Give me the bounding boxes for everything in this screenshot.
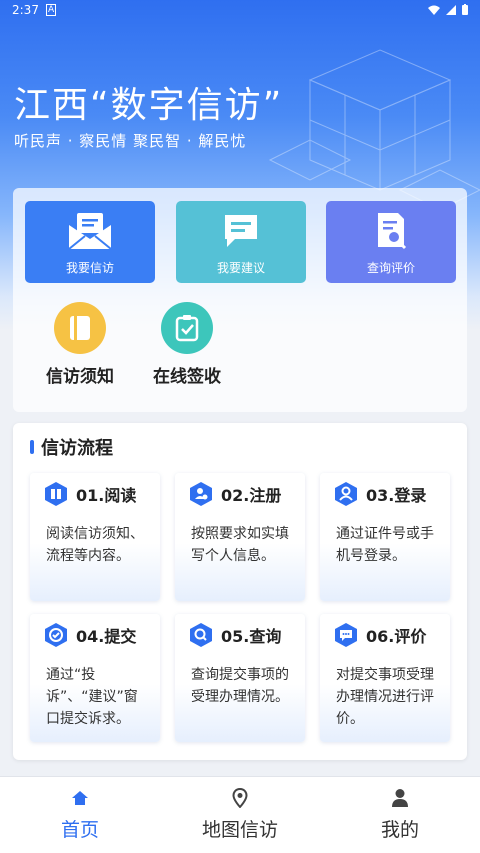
signal-icon: [446, 4, 456, 15]
notice-icon-circle: [54, 302, 106, 354]
section-marker: [30, 440, 34, 454]
map-pin-icon: [232, 788, 248, 808]
query-evaluate-button[interactable]: 查询评价: [326, 201, 456, 283]
tab-map-label: 地图信访: [201, 819, 278, 841]
petition-button-label: 我要信访: [65, 261, 114, 275]
suggestion-button-label: 我要建议: [216, 261, 265, 275]
comment-icon: [335, 623, 357, 647]
step-title: 04.提交: [76, 627, 137, 646]
search-icon: [190, 623, 212, 647]
flow-step-read[interactable]: 01.阅读 阅读信访须知、流程等内容。: [30, 473, 160, 601]
step-description: 按照要求如实填写个人信息。: [191, 526, 289, 564]
petition-button[interactable]: 我要信访: [25, 201, 155, 283]
clipboard-check-icon: [175, 315, 199, 342]
online-sign-button[interactable]: 在线签收: [142, 302, 232, 387]
mail-letter-icon: [68, 213, 112, 250]
step-title: 01.阅读: [76, 486, 137, 505]
flow-section-title: 信访流程: [41, 438, 113, 459]
sign-icon-circle: [161, 302, 213, 354]
status-icons: [428, 4, 468, 15]
query-evaluate-button-label: 查询评价: [366, 261, 415, 275]
document-search-icon: [378, 213, 407, 250]
flow-step-submit[interactable]: 04.提交 通过“投诉”、“建议”窗口提交诉求。: [30, 614, 160, 742]
flow-step-evaluate[interactable]: 06.评价 对提交事项受理办理情况进行评价。: [320, 614, 450, 742]
submit-check-icon: [45, 623, 67, 647]
petition-flow-card: 信访流程 01.阅读 阅读信访须知、流程等内容。 02.注册 按照要求如实填写个…: [13, 423, 467, 760]
step-description: 查询提交事项的受理办理情况。: [191, 667, 289, 705]
tab-map-petition[interactable]: 地图信访: [160, 787, 320, 842]
online-sign-label: 在线签收: [153, 367, 221, 387]
wifi-icon: [428, 5, 440, 15]
step-title: 03.登录: [366, 486, 427, 505]
bottom-tab-bar: 首页 地图信访 我的: [0, 776, 480, 853]
page-subtitle: 听民声 · 察民情 聚民智 · 解民忧: [14, 132, 247, 150]
register-user-icon: [190, 482, 212, 506]
status-bar: 2:37 A: [0, 0, 480, 22]
suggestion-button[interactable]: 我要建议: [176, 201, 306, 283]
step-title: 02.注册: [221, 486, 282, 505]
tab-home[interactable]: 首页: [0, 787, 160, 842]
flow-step-query[interactable]: 05.查询 查询提交事项的受理办理情况。: [175, 614, 305, 742]
step-description: 阅读信访须知、流程等内容。: [46, 526, 144, 564]
step-title: 06.评价: [366, 627, 427, 646]
battery-icon: [462, 4, 468, 15]
login-user-icon: [335, 482, 357, 506]
step-title: 05.查询: [221, 627, 282, 646]
flow-step-login[interactable]: 03.登录 通过证件号或手机号登录。: [320, 473, 450, 601]
page-title: 江西“数字信访”: [14, 85, 284, 126]
step-description: 通过“投诉”、“建议”窗口提交诉求。: [46, 667, 138, 727]
book-icon: [70, 316, 90, 340]
notice-label: 信访须知: [46, 367, 114, 387]
chat-bubble-icon: [225, 215, 257, 247]
flow-step-register[interactable]: 02.注册 按照要求如实填写个人信息。: [175, 473, 305, 601]
person-icon: [392, 789, 408, 807]
status-indicator: A: [46, 4, 57, 16]
step-description: 对提交事项受理办理情况进行评价。: [336, 667, 434, 727]
tab-mine[interactable]: 我的: [320, 787, 480, 842]
read-book-icon: [45, 482, 67, 506]
step-description: 通过证件号或手机号登录。: [336, 526, 434, 564]
tab-home-label: 首页: [60, 819, 99, 841]
tab-mine-label: 我的: [380, 819, 419, 841]
notice-button[interactable]: 信访须知: [35, 302, 125, 387]
home-icon: [72, 791, 88, 805]
status-time: 2:37: [12, 3, 39, 17]
quick-actions-panel: 我要信访 我要建议 查询评价 信访须知 在线签收: [13, 188, 467, 412]
